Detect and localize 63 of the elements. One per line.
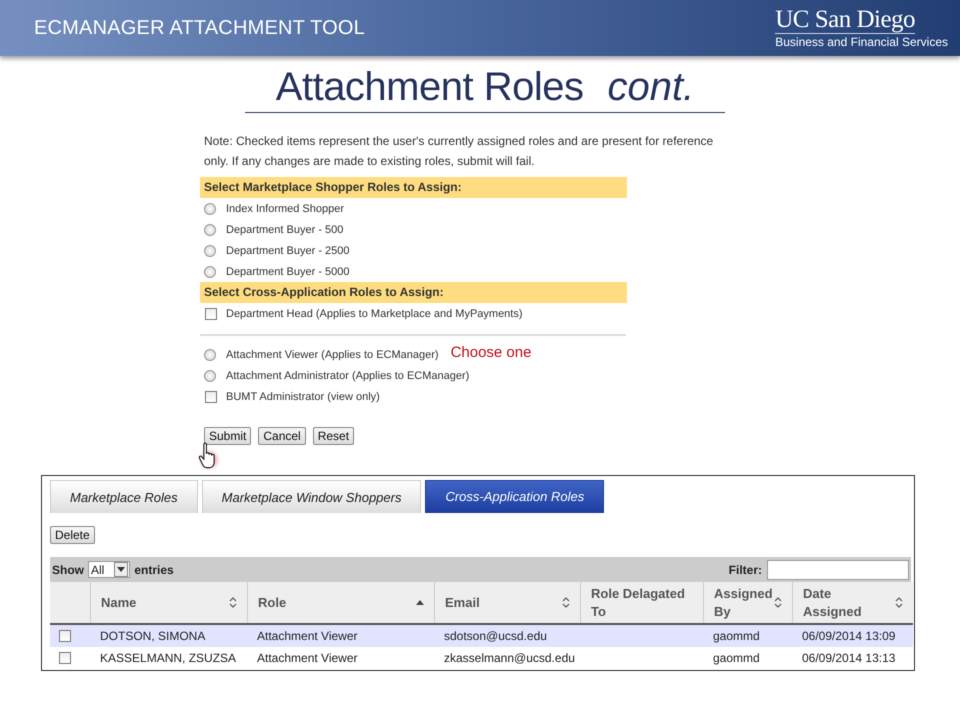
delete-button[interactable]: Delete [50,526,95,544]
radio-button[interactable] [204,224,216,236]
logo-subtitle: Business and Financial Services [775,34,948,50]
heading-text: Attachment Roles [276,64,584,110]
heading-suffix: cont. [607,64,694,110]
entries-label: entries [134,562,174,576]
row-checkbox[interactable] [59,630,71,642]
table-cell: DOTSON, SIMONA [100,629,206,643]
radio-button[interactable] [204,244,216,256]
column-header[interactable]: Email [445,594,480,612]
logo-wordmark: UC San Diego [775,6,916,34]
cancel-button[interactable]: Cancel [258,427,306,445]
radio-button[interactable] [204,348,216,360]
checkbox[interactable] [205,390,217,402]
callout-text: Choose one [450,344,532,361]
column-header[interactable]: Role [258,594,286,612]
table-cell: Attachment Viewer [257,629,358,643]
sort-icon[interactable] [562,597,570,608]
table-row[interactable]: KASSELMANN, ZSUZSA Attachment Viewer zkasselmann@ucsd.edu gaommd 06/09/2014 13:13 [50,647,913,669]
column-header[interactable]: Role Delagated To [591,584,693,620]
tab[interactable]: Marketplace Roles [50,480,198,513]
section-header: Select Marketplace Shopper Roles to Assign: [200,177,627,198]
option-label: Department Buyer - 5000 [226,266,350,278]
column-header[interactable]: Date Assigned [803,584,867,620]
radio-button[interactable] [204,266,216,278]
reset-button[interactable]: Reset [312,427,354,445]
table-cell: zkasselmann@ucsd.edu [444,651,575,665]
option-label: Attachment Administrator (Applies to ECManager) [226,370,470,382]
radio-button[interactable] [204,370,216,382]
table-cell: 06/09/2014 13:09 [802,629,896,643]
radio-button[interactable] [204,202,216,214]
table-cell: sdotson@ucsd.edu [444,629,547,643]
option-label: BUMT Administrator (view only) [226,390,380,402]
table-cell: KASSELMANN, ZSUZSA [100,651,236,665]
option-label: Department Buyer - 2500 [226,244,350,256]
section-header: Select Cross-Application Roles to Assign: [200,282,627,303]
sort-icon[interactable] [895,597,903,608]
table-cell: 06/09/2014 13:13 [802,651,896,665]
table-cell: gaommd [713,651,760,665]
sort-icon[interactable] [229,597,237,608]
page-size-select[interactable]: All [88,561,130,578]
row-checkbox[interactable] [59,652,71,664]
filter-field[interactable] [767,560,909,580]
filter-label: Filter: [728,562,762,576]
tab[interactable]: Marketplace Window Shoppers [202,480,422,513]
sort-ascending-icon[interactable] [416,600,424,605]
table-row[interactable]: DOTSON, SIMONA Attachment Viewer sdotson@ucsd.edu gaommd 06/09/2014 13:09 [50,625,913,647]
option-label: Department Head (Applies to Marketplace and MyPayments) [226,308,523,320]
checkbox[interactable] [205,308,217,320]
hand-cursor-icon [196,441,222,472]
column-header[interactable]: Assigned By [714,584,774,620]
tab[interactable]: Cross-Application Roles [425,480,604,513]
note-text: Note: Checked items represent the user's currently assigned roles and are present for reference only. If any changes are made to existing roles, submit will fail. [204,133,714,170]
slide-title: ECMANAGER ATTACHMENT TOOL [34,16,365,40]
option-label: Department Buyer - 500 [226,224,344,236]
sort-icon[interactable] [774,597,782,608]
show-label: Show [52,562,84,576]
submit-button[interactable]: Submit [204,427,252,445]
table-cell: gaommd [713,629,760,643]
option-label: Index Informed Shopper [226,202,344,214]
option-label: Attachment Viewer (Applies to ECManager) [226,348,439,360]
table-cell: Attachment Viewer [257,651,358,665]
column-header[interactable]: Name [101,594,136,612]
